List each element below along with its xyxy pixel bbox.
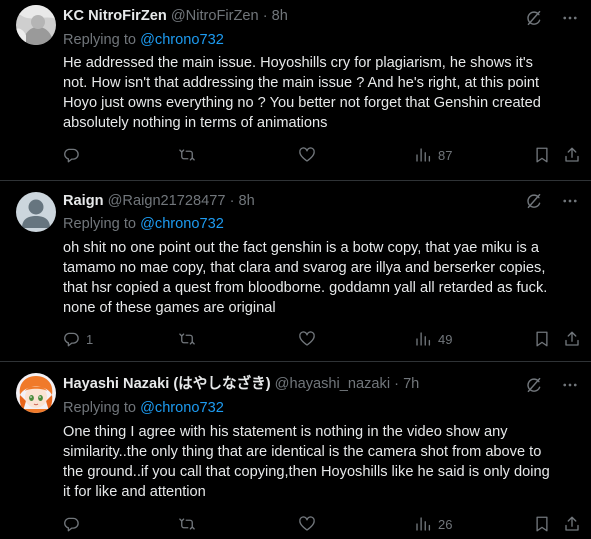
author-name[interactable]: Hayashi Nazaki (はやしなざき) <box>63 376 271 392</box>
retweet-button[interactable] <box>178 144 202 166</box>
replying-to-label: Replying to <box>63 400 141 416</box>
tweet-time[interactable]: · 8h <box>263 8 288 24</box>
more-icon[interactable] <box>561 376 579 394</box>
share-button[interactable] <box>563 144 581 166</box>
view-count: 87 <box>438 147 453 163</box>
reply-icon <box>64 517 79 532</box>
share-icon <box>565 331 579 346</box>
retweet-button[interactable] <box>178 328 202 350</box>
like-button[interactable] <box>298 144 322 166</box>
bookmark-icon <box>536 516 548 532</box>
tweet-header: KC NitroFirZen @NitroFirZen · 8h <box>63 6 531 26</box>
reply-button[interactable]: 1 <box>62 328 93 350</box>
replying-to: Replying to @chrono732 <box>63 398 224 418</box>
tweet-reply[interactable]: KC NitroFirZen @NitroFirZen · 8h Replyin… <box>0 0 591 181</box>
views-button[interactable]: 87 <box>414 144 452 166</box>
author-handle[interactable]: @NitroFirZen <box>171 8 259 24</box>
tweet-time[interactable]: · 7h <box>394 376 419 392</box>
views-icon <box>416 517 431 531</box>
replying-to-label: Replying to <box>63 216 141 232</box>
share-button[interactable] <box>563 328 581 350</box>
replying-to: Replying to @chrono732 <box>63 30 224 50</box>
view-count: 26 <box>438 516 453 532</box>
bookmark-button[interactable] <box>533 144 551 166</box>
bookmark-button[interactable] <box>533 328 551 350</box>
reply-icon <box>64 332 79 347</box>
views-button[interactable]: 26 <box>414 513 452 535</box>
replying-to: Replying to @chrono732 <box>63 214 224 234</box>
like-icon <box>299 331 315 346</box>
tweet-header: Raign @Raign21728477 · 8h <box>63 191 531 211</box>
views-button[interactable]: 49 <box>414 328 452 350</box>
tweet-text: oh shit no one point out the fact genshi… <box>63 240 548 316</box>
like-icon <box>299 516 315 531</box>
share-icon <box>565 516 579 531</box>
retweet-icon <box>179 149 195 161</box>
like-icon <box>299 147 315 162</box>
author-handle[interactable]: @Raign21728477 <box>108 193 226 209</box>
tweet-actions: 1 49 <box>0 328 591 350</box>
tweet-top-actions <box>525 8 579 28</box>
tweet-top-actions <box>525 375 579 395</box>
bookmark-icon <box>536 331 548 347</box>
tweet-header: Hayashi Nazaki (はやしなざき) @hayashi_nazaki … <box>63 374 531 394</box>
like-button[interactable] <box>298 513 322 535</box>
author-name[interactable]: KC NitroFirZen <box>63 8 167 24</box>
tweet-actions: 26 <box>0 513 591 535</box>
more-icon[interactable] <box>561 192 579 210</box>
reply-count: 1 <box>86 331 94 347</box>
views-icon <box>416 148 431 162</box>
author-name[interactable]: Raign <box>63 193 104 209</box>
view-count: 49 <box>438 331 453 347</box>
grok-icon[interactable] <box>525 376 543 394</box>
share-icon <box>565 147 579 162</box>
reply-icon <box>64 148 79 163</box>
tweet-text: One thing I agree with his statement is … <box>63 424 550 500</box>
share-button[interactable] <box>563 513 581 535</box>
like-button[interactable] <box>298 328 322 350</box>
avatar[interactable] <box>16 5 56 45</box>
grok-icon[interactable] <box>525 192 543 210</box>
retweet-icon <box>179 333 195 345</box>
retweet-icon <box>179 518 195 530</box>
author-handle[interactable]: @hayashi_nazaki <box>275 376 390 392</box>
tweet-reply[interactable]: Raign @Raign21728477 · 8h Replying to @c… <box>0 181 591 362</box>
grok-icon[interactable] <box>525 9 543 27</box>
tweet-actions: 87 <box>0 144 591 166</box>
avatar[interactable] <box>16 192 56 232</box>
tweet-text: He addressed the main issue. Hoyoshills … <box>63 55 541 131</box>
tweet-reply[interactable]: Hayashi Nazaki (はやしなざき) @hayashi_nazaki … <box>0 362 591 539</box>
bookmark-button[interactable] <box>533 513 551 535</box>
tweet-top-actions <box>525 191 579 211</box>
replying-to-link[interactable]: @chrono732 <box>140 400 224 416</box>
replying-to-link[interactable]: @chrono732 <box>140 32 224 48</box>
avatar[interactable] <box>16 373 56 413</box>
retweet-button[interactable] <box>178 513 202 535</box>
reply-button[interactable] <box>62 144 86 166</box>
reply-button[interactable] <box>62 513 86 535</box>
bookmark-icon <box>536 147 548 163</box>
more-icon[interactable] <box>561 9 579 27</box>
tweet-time[interactable]: · 8h <box>230 193 255 209</box>
replying-to-label: Replying to <box>63 32 141 48</box>
replying-to-link[interactable]: @chrono732 <box>140 216 224 232</box>
views-icon <box>416 332 431 346</box>
